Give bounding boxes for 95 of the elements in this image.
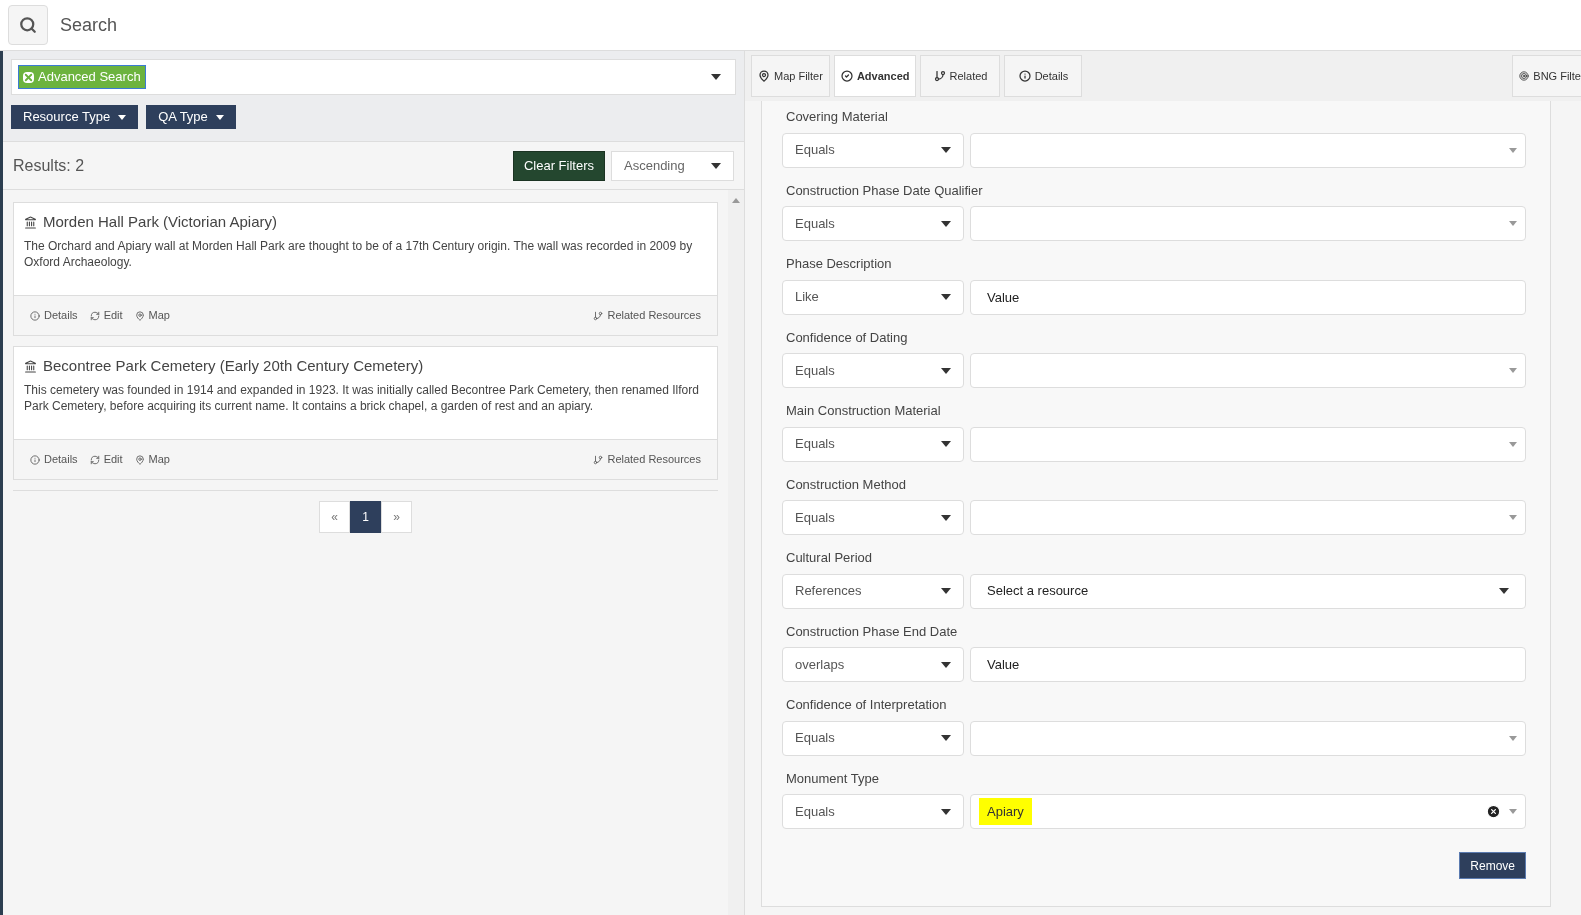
filter-dropdown-button[interactable]: QA Type bbox=[146, 105, 236, 129]
search-icon bbox=[19, 16, 37, 34]
remove-icon[interactable] bbox=[23, 71, 34, 83]
related-resources-link[interactable]: Related Resources bbox=[593, 307, 701, 324]
filter-label: Phase Description bbox=[786, 255, 893, 273]
related-resources-link[interactable]: Related Resources bbox=[593, 451, 701, 468]
value-field[interactable]: Value bbox=[970, 647, 1526, 682]
card-title[interactable]: Morden Hall Park (Victorian Apiary) bbox=[43, 211, 277, 234]
search-bar[interactable]: Search bbox=[0, 0, 1581, 51]
operator-select[interactable]: Equals bbox=[782, 794, 964, 829]
branch-icon bbox=[593, 454, 604, 465]
caret-icon bbox=[941, 808, 951, 815]
filter-label: Construction Phase End Date bbox=[786, 622, 959, 641]
operator-select[interactable]: Equals bbox=[782, 720, 964, 756]
value-field[interactable]: Value bbox=[970, 279, 1526, 315]
page-button[interactable]: 1 bbox=[350, 501, 381, 533]
operator-select[interactable]: overlaps bbox=[782, 647, 964, 682]
caret-icon bbox=[1509, 735, 1517, 741]
pin-icon bbox=[134, 310, 145, 321]
caret-icon bbox=[1509, 221, 1517, 226]
caret-icon bbox=[1509, 368, 1517, 373]
panel-tab[interactable]: Details bbox=[1004, 55, 1083, 97]
target-icon bbox=[1519, 71, 1530, 81]
operator-select[interactable]: Equals bbox=[782, 132, 964, 168]
selected-value: Apiary bbox=[979, 797, 1032, 826]
filter-label: Covering Material bbox=[786, 108, 889, 126]
caret-icon bbox=[941, 514, 951, 521]
clear-filters-button[interactable]: Clear Filters bbox=[512, 150, 605, 181]
caret-icon bbox=[1509, 441, 1517, 447]
card-link[interactable]: Edit bbox=[89, 451, 123, 468]
caret-icon bbox=[1509, 809, 1517, 814]
filter-label: Construction Method bbox=[786, 475, 907, 494]
caret-icon bbox=[941, 735, 951, 741]
filter-dropdown-button[interactable]: Resource Type bbox=[11, 105, 139, 129]
resource-select[interactable]: Select a resource bbox=[970, 573, 1526, 609]
operator-select[interactable]: Equals bbox=[782, 353, 964, 388]
filter-label: Confidence of Dating bbox=[786, 328, 909, 347]
search-field[interactable]: Search bbox=[60, 5, 1573, 45]
caret-icon bbox=[941, 441, 951, 447]
check-circle-icon bbox=[840, 70, 853, 82]
results-count: Results: 2 bbox=[13, 155, 86, 176]
refresh-icon bbox=[89, 454, 100, 465]
filter-label: Cultural Period bbox=[786, 549, 873, 567]
operator-select[interactable]: Equals bbox=[782, 500, 964, 535]
panel-tab[interactable]: BNG Filte bbox=[1512, 55, 1581, 97]
caret-icon bbox=[711, 74, 721, 80]
branch-icon bbox=[933, 70, 946, 82]
remove-button[interactable]: Remove bbox=[1459, 852, 1526, 879]
filter-label: Monument Type bbox=[786, 769, 880, 788]
caret-icon bbox=[941, 220, 951, 227]
caret-icon bbox=[941, 294, 951, 300]
caret-icon bbox=[711, 162, 721, 169]
panel-tab[interactable]: Advanced bbox=[833, 55, 917, 97]
next-page-button[interactable]: » bbox=[381, 501, 412, 533]
operator-select[interactable]: References bbox=[782, 573, 964, 609]
info-icon bbox=[1018, 70, 1031, 82]
caret-icon bbox=[1509, 147, 1517, 153]
filter-label: Construction Phase Date Qualifier bbox=[786, 181, 984, 200]
caret-icon bbox=[215, 114, 224, 120]
caret-icon bbox=[1499, 588, 1509, 594]
scroll-up-icon[interactable] bbox=[732, 198, 740, 203]
previous-page-button[interactable]: « bbox=[319, 501, 350, 533]
operator-select[interactable]: Like bbox=[782, 279, 964, 315]
card-link[interactable]: Edit bbox=[89, 307, 123, 324]
card-description: This cemetery was founded in 1914 and expanded in 1923. It was initially called Becontree Park Cemetery, then renamed Ilford Park Cemetery, before acquiring its current name. It contains a brick chapel, a garden of rest and an apiary. bbox=[24, 381, 700, 414]
card-title[interactable]: Becontree Park Cemetery (Early 20th Century Cemetery) bbox=[43, 355, 424, 378]
caret-icon bbox=[941, 147, 951, 153]
panel-tab[interactable]: Map Filter bbox=[751, 55, 830, 97]
info-icon bbox=[30, 310, 40, 321]
pin-icon bbox=[758, 70, 770, 82]
operator-select[interactable]: Equals bbox=[782, 426, 964, 462]
card-link[interactable]: Map bbox=[134, 451, 170, 468]
branch-icon bbox=[593, 310, 604, 321]
card-link[interactable]: Details bbox=[30, 307, 78, 324]
landmark-icon bbox=[24, 215, 37, 229]
caret-icon bbox=[941, 588, 951, 594]
refresh-icon bbox=[89, 310, 100, 321]
caret-icon bbox=[941, 661, 951, 668]
info-icon bbox=[30, 454, 40, 465]
search-button[interactable] bbox=[8, 5, 48, 45]
operator-select[interactable]: Equals bbox=[782, 206, 964, 241]
caret-icon bbox=[118, 114, 127, 120]
card-link[interactable]: Details bbox=[30, 451, 78, 468]
pin-icon bbox=[134, 454, 145, 465]
caret-icon bbox=[941, 367, 951, 374]
caret-icon bbox=[1509, 515, 1517, 520]
value-select[interactable]: Apiary bbox=[970, 794, 1526, 829]
landmark-icon bbox=[24, 359, 37, 373]
clear-icon[interactable] bbox=[1486, 804, 1501, 819]
card-link[interactable]: Map bbox=[134, 307, 170, 324]
sort-select[interactable]: Ascending bbox=[611, 150, 734, 181]
panel-tab[interactable]: Related bbox=[920, 55, 1001, 97]
filter-label: Confidence of Interpretation bbox=[786, 696, 948, 714]
card-description: The Orchard and Apiary wall at Morden Hall Park are thought to be of a 17th Century origin. The wall was recorded in 2009 by Oxford Archaeology. bbox=[24, 237, 694, 270]
filter-label: Main Construction Material bbox=[786, 402, 942, 420]
